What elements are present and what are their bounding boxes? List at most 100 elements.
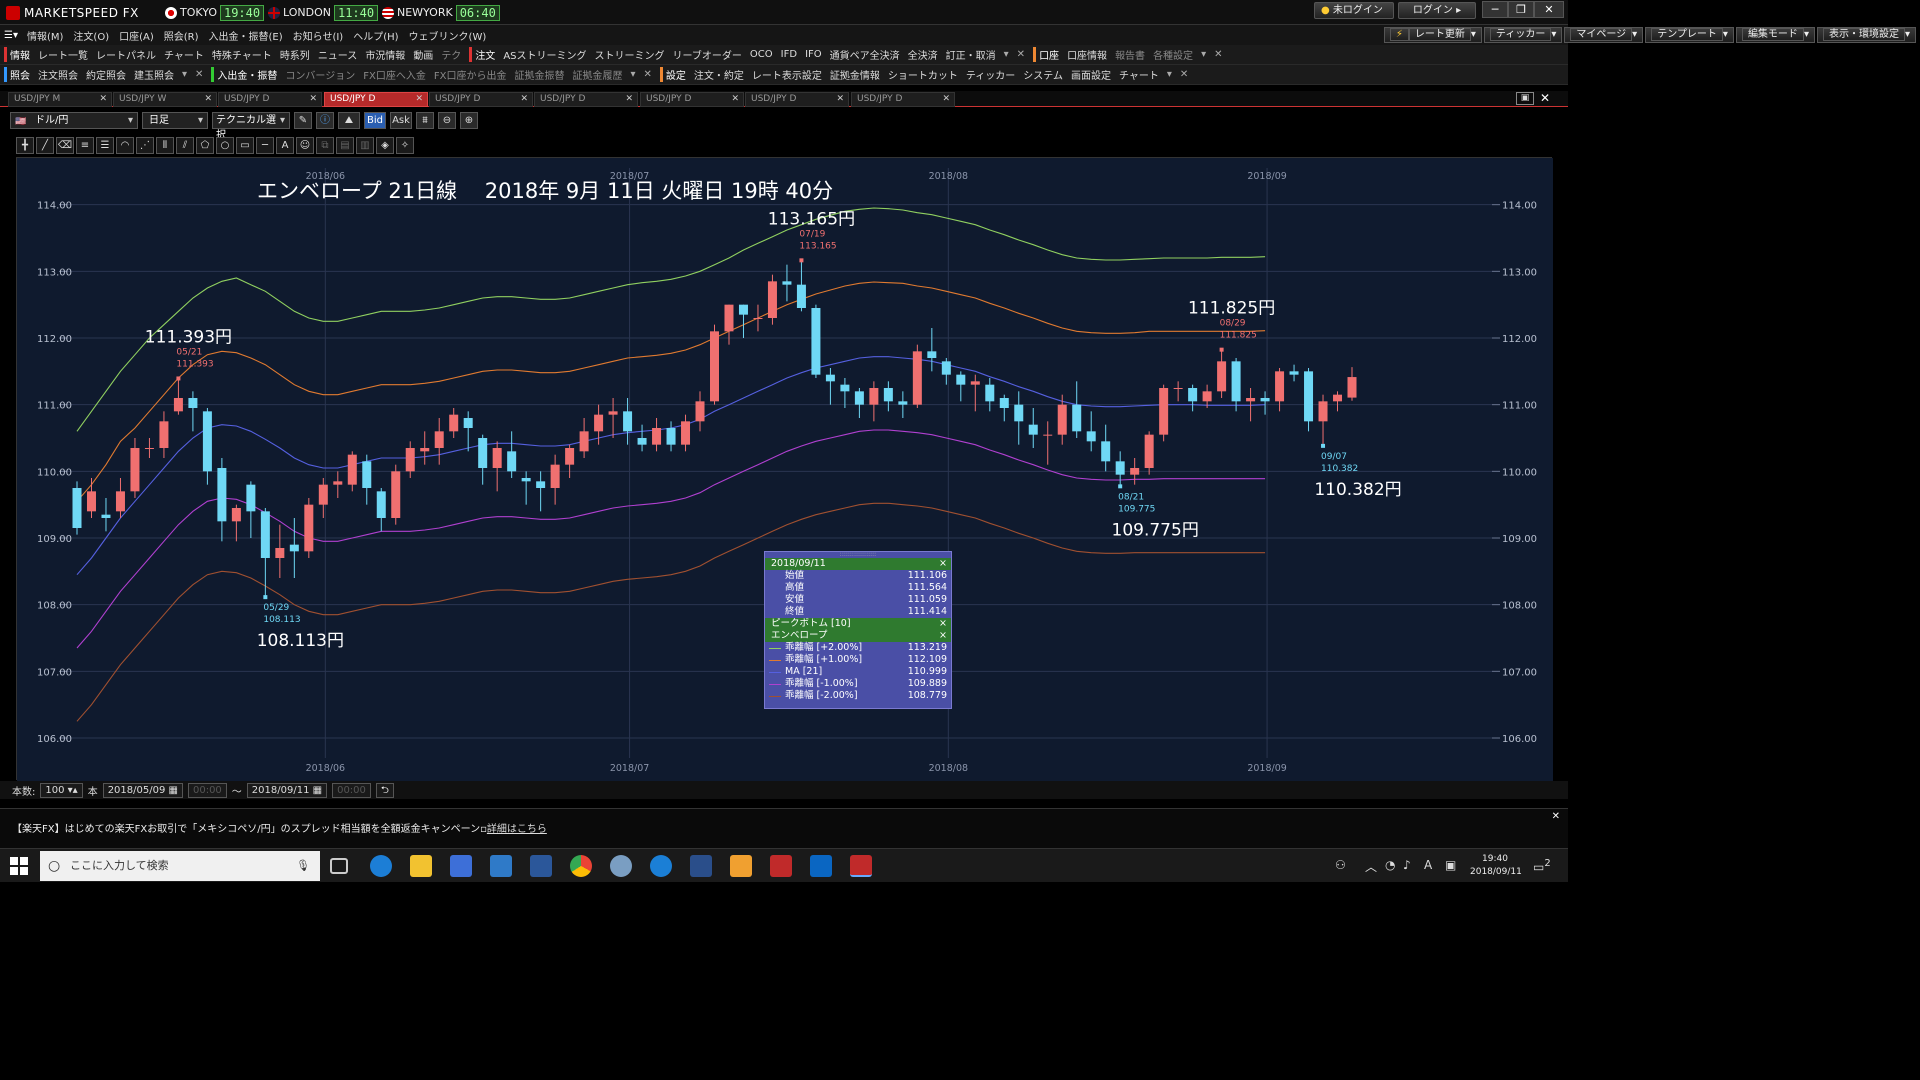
toolbar-dropdown-icon[interactable]: ▾ (1163, 69, 1176, 80)
close-icon[interactable]: ✕ (191, 69, 207, 80)
tab-usdjpy-d-3[interactable]: USD/JPY D ✕ (429, 92, 533, 107)
marketspeed-icon[interactable] (770, 855, 792, 877)
chrome-icon[interactable] (570, 855, 592, 877)
info-icon[interactable]: ⓘ (316, 111, 334, 129)
toolbar-rate-display[interactable]: レート表示設定 (748, 67, 826, 82)
file-explorer-icon[interactable] (410, 855, 432, 877)
maximize-pane-icon[interactable]: ▣ (1516, 92, 1534, 105)
microphone-icon[interactable]: 🎙 (296, 851, 310, 881)
toolbar-conversion[interactable]: コンバージョン (281, 67, 359, 82)
paste-icon[interactable]: ▤ (336, 137, 354, 154)
toolbar-dropdown-icon[interactable]: ▾ (626, 69, 639, 80)
close-icon[interactable]: ✕ (639, 69, 655, 80)
vlines-icon[interactable]: ⦀ (156, 137, 174, 154)
toolbar-modify-cancel[interactable]: 訂正・取消 (942, 47, 1000, 62)
to-date-field[interactable]: 2018/09/11 ▦ (246, 782, 328, 798)
toolbar-screen-settings[interactable]: 画面設定 (1067, 67, 1115, 82)
calendar-icon[interactable]: ▦ (313, 785, 322, 796)
tab-usdjpy-d-5[interactable]: USD/JPY D ✕ (640, 92, 744, 107)
tab-close-icon[interactable]: ✕ (204, 93, 212, 106)
erase-all-icon[interactable]: ◈ (376, 137, 394, 154)
toolbar-settle-all[interactable]: 全決済 (904, 47, 942, 62)
close-icon[interactable]: ✕ (1013, 49, 1029, 60)
refresh-icon[interactable]: ⮌ (375, 782, 394, 798)
toolbar-pair-settle-all[interactable]: 通貨ペア全決済 (826, 47, 904, 62)
wifi-icon[interactable]: ◔ (1385, 858, 1395, 872)
icon-stamp-icon[interactable]: ☺ (296, 137, 314, 154)
from-date-field[interactable]: 2018/05/09 ▦ (102, 782, 183, 798)
magic-icon[interactable]: ✧ (396, 137, 414, 154)
tab-close-icon[interactable]: ✕ (520, 93, 528, 106)
ie-icon[interactable] (370, 855, 392, 877)
mypage-button[interactable]: マイページ ▾ (1564, 27, 1644, 43)
toolbar-ticker[interactable]: ティッカー (962, 67, 1019, 82)
menu-inquiry[interactable]: 照会(R) (159, 28, 204, 43)
tab-close-icon[interactable]: ✕ (309, 93, 317, 106)
tab-close-icon[interactable]: ✕ (415, 93, 423, 106)
bid-toggle[interactable]: Bid (364, 111, 386, 129)
close-window-button[interactable]: ✕ (1534, 1, 1564, 18)
toolbar-report[interactable]: 報告書 (1111, 47, 1149, 62)
toolbar-video[interactable]: 動画 (409, 47, 437, 62)
toolbar-shortcut[interactable]: ショートカット (884, 67, 962, 82)
zoom-out-icon[interactable]: ⊖ (438, 111, 456, 129)
eraser-icon[interactable]: ⌫ (56, 137, 74, 154)
toolbar-system[interactable]: システム (1019, 67, 1067, 82)
windows-start-icon[interactable] (10, 857, 28, 875)
menu-account[interactable]: 口座(A) (114, 28, 159, 43)
tab-close-icon[interactable]: ✕ (836, 93, 844, 106)
app-icon[interactable] (610, 855, 632, 877)
toolbar-tech[interactable]: テク (437, 47, 465, 62)
ticker-button[interactable]: ティッカー ▾ (1483, 27, 1563, 43)
toolbar-chart-settings[interactable]: チャート (1115, 67, 1163, 82)
calendar-icon[interactable]: ▦ (169, 785, 178, 796)
chart-type-icon[interactable]: ⛰ (338, 111, 360, 129)
toolbar-account-info[interactable]: 口座情報 (1063, 47, 1111, 62)
menu-help[interactable]: ヘルプ(H) (348, 28, 403, 43)
task-view-icon[interactable] (330, 858, 348, 874)
input-icon[interactable]: ▣ (1445, 858, 1456, 872)
toolbar-margin-info[interactable]: 証拠金情報 (826, 67, 884, 82)
period-select[interactable]: 日足 (142, 111, 208, 129)
toolbar-order-exec-settings[interactable]: 注文・約定 (690, 67, 748, 82)
toolbar-special-chart[interactable]: 特殊チャート (208, 47, 276, 62)
toolbar-market-info[interactable]: 市況情報 (361, 47, 409, 62)
restore-button[interactable]: ❐ (1508, 1, 1534, 18)
currency-pair-select[interactable]: 🇺🇸 ドル/円 (10, 111, 138, 129)
hline-icon[interactable]: ─ (256, 137, 274, 154)
toolbar-ifd[interactable]: IFD (777, 49, 801, 60)
trendline-icon[interactable]: ╱ (36, 137, 54, 154)
tab-close-icon[interactable]: ✕ (942, 93, 950, 106)
notification-icon[interactable]: ▭2 (1533, 858, 1551, 874)
toolbar-settings[interactable]: 各種設定 (1149, 47, 1197, 62)
hlines-icon[interactable]: ≡ (76, 137, 94, 154)
menu-weblink[interactable]: ウェブリンク(W) (404, 28, 492, 43)
toolbar-news[interactable]: ニュース (314, 47, 362, 62)
edge-icon[interactable] (650, 855, 672, 877)
toolbar-timeseries[interactable]: 時系列 (276, 47, 314, 62)
menu-notice[interactable]: お知らせ(I) (288, 28, 349, 43)
close-icon[interactable]: × (939, 618, 947, 630)
close-icon[interactable]: ✕ (1552, 811, 1560, 822)
close-icon[interactable]: ✕ (1176, 69, 1192, 80)
delete-icon[interactable]: ▥ (356, 137, 374, 154)
rectangle-icon[interactable]: ▭ (236, 137, 254, 154)
template-button[interactable]: テンプレート ▾ (1645, 27, 1734, 43)
taskbar-search[interactable]: ○ ここに入力して検索 🎙 (40, 851, 320, 881)
close-icon[interactable]: ✕ (1210, 49, 1226, 60)
text-icon[interactable]: A (276, 137, 294, 154)
toolbar-dropdown-icon[interactable]: ▾ (178, 69, 191, 80)
tab-usdjpy-w[interactable]: USD/JPY W ✕ (113, 92, 217, 107)
tab-usdjpy-d-1[interactable]: USD/JPY D ✕ (218, 92, 322, 107)
circle-icon[interactable]: ○ (216, 137, 234, 154)
app-icon-2[interactable] (690, 855, 712, 877)
taskbar-clock[interactable]: 19:40 2018/09/11 (1470, 853, 1522, 879)
toolbar-execution-inquiry[interactable]: 約定照会 (82, 67, 130, 82)
minimize-button[interactable]: ─ (1482, 1, 1508, 18)
tab-close-icon[interactable]: ✕ (99, 93, 107, 106)
toolbar-leave-order[interactable]: リーブオーダー (669, 47, 746, 62)
toolbar-deposit[interactable]: FX口座へ入金 (359, 67, 430, 82)
channel-icon[interactable]: ☰ (96, 137, 114, 154)
menu-order[interactable]: 注文(O) (68, 28, 114, 43)
pentagon-icon[interactable]: ⬠ (196, 137, 214, 154)
